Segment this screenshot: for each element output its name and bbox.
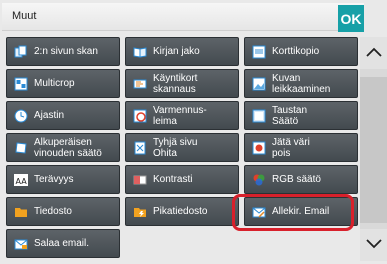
blank-page-skip-button[interactable]: Tyhjä sivu Ohita xyxy=(125,133,239,162)
image-crop-button[interactable]: Kuvan leikkaaminen xyxy=(244,69,358,98)
svg-text:AA: AA xyxy=(16,177,28,186)
scroll-track[interactable] xyxy=(360,77,387,223)
multicrop-icon xyxy=(14,77,28,91)
button-label: 2:n sivun skan xyxy=(34,46,98,57)
rgb-adjust-button[interactable]: RGB säätö xyxy=(244,165,358,194)
contrast-icon xyxy=(133,173,147,187)
empty-slot xyxy=(244,229,358,258)
button-label: Korttikopio xyxy=(272,46,320,57)
contrast-button[interactable]: Kontrasti xyxy=(125,165,239,194)
button-label: Salaa email. xyxy=(34,238,90,249)
background-adjust-button[interactable]: Taustan Säätö xyxy=(244,101,358,130)
card-copy-button[interactable]: Korttikopio xyxy=(244,37,358,66)
two-page-scan-button[interactable]: 2:n sivun skan xyxy=(6,37,120,66)
function-grid: 2:n sivun skan Kirjan jako Korttikopio M… xyxy=(6,37,358,259)
scroll-up-button[interactable] xyxy=(360,37,387,69)
folder-icon xyxy=(14,205,28,219)
button-label: Multicrop xyxy=(34,78,75,89)
button-label: Alkuperäisen vinouden säätö xyxy=(34,136,102,159)
button-label: Tyhjä sivu Ohita xyxy=(153,136,198,159)
quick-file-button[interactable]: Pikatiedosto xyxy=(125,197,239,226)
rgb-adjust-icon xyxy=(252,173,266,187)
chevron-down-icon xyxy=(365,236,382,254)
skew-adjust-button[interactable]: Alkuperäisen vinouden säätö xyxy=(6,133,120,162)
color-omit-icon xyxy=(252,141,266,155)
image-crop-icon xyxy=(252,77,266,91)
button-label: Kuvan leikkaaminen xyxy=(272,72,331,95)
sharpness-button[interactable]: AA Terävyys xyxy=(6,165,120,194)
multicrop-button[interactable]: Multicrop xyxy=(6,69,120,98)
skew-adjust-icon xyxy=(14,141,28,155)
button-label: Taustan Säätö xyxy=(272,104,308,127)
sharpness-icon: AA xyxy=(14,173,28,187)
business-card-scan-icon xyxy=(133,77,147,91)
blank-page-skip-icon xyxy=(133,141,147,155)
button-label: Käyntikort skannaus xyxy=(153,72,198,95)
empty-slot xyxy=(125,229,239,258)
verification-stamp-button[interactable]: Varmennus- leima xyxy=(125,101,239,130)
card-copy-icon xyxy=(252,45,266,59)
button-label: Varmennus- leima xyxy=(153,104,207,127)
book-divide-icon xyxy=(133,45,147,59)
button-label: Tiedosto xyxy=(34,206,72,217)
background-adjust-icon xyxy=(252,109,266,123)
file-button[interactable]: Tiedosto xyxy=(6,197,120,226)
verification-stamp-icon xyxy=(133,109,147,123)
chevron-up-icon xyxy=(365,44,382,62)
scroll-down-button[interactable] xyxy=(360,229,387,261)
settings-panel: Muut OK 2:n sivun skan Kirjan jako Kortt… xyxy=(0,0,387,264)
encrypt-email-icon xyxy=(14,237,28,251)
timer-icon xyxy=(14,109,28,123)
button-label: Ajastin xyxy=(34,110,65,121)
button-label: Terävyys xyxy=(34,174,74,185)
button-label: Kontrasti xyxy=(153,174,193,185)
button-label: Pikatiedosto xyxy=(153,206,208,217)
quick-file-icon xyxy=(133,205,147,219)
signed-email-icon xyxy=(252,205,266,219)
button-label: Allekir. Email xyxy=(272,206,330,217)
encrypt-email-button[interactable]: Salaa email. xyxy=(6,229,120,258)
color-omit-button[interactable]: Jätä väri pois xyxy=(244,133,358,162)
button-label: Kirjan jako xyxy=(153,46,200,57)
book-divide-button[interactable]: Kirjan jako xyxy=(125,37,239,66)
button-label: RGB säätö xyxy=(272,174,321,185)
timer-button[interactable]: Ajastin xyxy=(6,101,120,130)
header-bar: Muut OK xyxy=(2,3,364,32)
two-page-scan-icon xyxy=(14,45,28,59)
signed-email-button[interactable]: Allekir. Email xyxy=(244,197,358,226)
business-card-scan-button[interactable]: Käyntikort skannaus xyxy=(125,69,239,98)
page-title: Muut xyxy=(12,10,37,22)
ok-button[interactable]: OK xyxy=(338,5,364,32)
button-label: Jätä väri pois xyxy=(272,136,310,159)
scrollbar[interactable] xyxy=(360,37,387,261)
